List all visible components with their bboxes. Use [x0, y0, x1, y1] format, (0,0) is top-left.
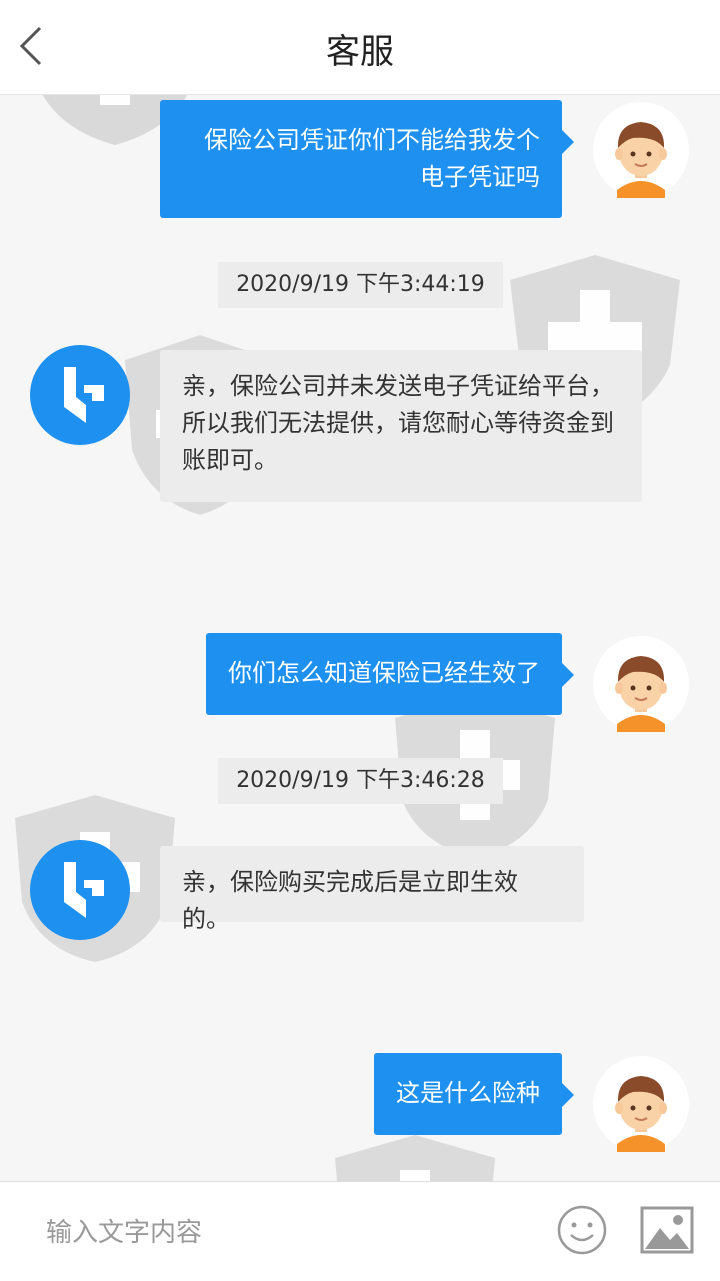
message-text: 保险公司凭证你们不能给我发个电子凭证吗	[204, 126, 540, 191]
sent-message-bubble[interactable]: 保险公司凭证你们不能给我发个电子凭证吗	[160, 100, 574, 218]
message-text: 亲，保险购买完成后是立即生效的。	[182, 868, 518, 933]
emoji-icon	[557, 1205, 607, 1255]
sent-message-bubble[interactable]: 你们怎么知道保险已经生效了	[206, 633, 574, 715]
header-bar: 客服	[0, 0, 720, 95]
message-input[interactable]	[44, 1212, 528, 1254]
sent-message-bubble[interactable]: 这是什么险种	[374, 1053, 574, 1135]
boy-avatar-icon	[615, 122, 667, 198]
input-bar	[0, 1181, 720, 1281]
message-text: 这是什么险种	[396, 1079, 540, 1107]
user-avatar[interactable]	[593, 636, 689, 732]
agent-avatar[interactable]	[30, 840, 130, 940]
page-title: 客服	[326, 32, 394, 72]
boy-avatar-icon	[615, 656, 667, 732]
received-message-bubble[interactable]: 亲，保险公司并未发送电子凭证给平台，所以我们无法提供，请您耐心等待资金到账即可。	[160, 350, 642, 502]
service-logo-icon	[30, 840, 130, 940]
service-logo-icon	[30, 345, 130, 445]
emoji-button[interactable]	[556, 1204, 608, 1256]
boy-avatar-icon	[615, 1076, 667, 1152]
message-text: 亲，保险公司并未发送电子凭证给平台，所以我们无法提供，请您耐心等待资金到账即可。	[182, 372, 614, 474]
agent-avatar[interactable]	[30, 345, 130, 445]
timestamp: 2020/9/19 下午3:44:19	[218, 262, 503, 308]
image-button[interactable]	[640, 1206, 694, 1254]
user-avatar[interactable]	[593, 1056, 689, 1152]
received-message-bubble[interactable]: 亲，保险购买完成后是立即生效的。	[160, 846, 584, 933]
user-avatar[interactable]	[593, 102, 689, 198]
image-icon	[640, 1206, 694, 1254]
message-text: 你们怎么知道保险已经生效了	[228, 659, 540, 687]
timestamp: 2020/9/19 下午3:46:28	[218, 758, 503, 804]
